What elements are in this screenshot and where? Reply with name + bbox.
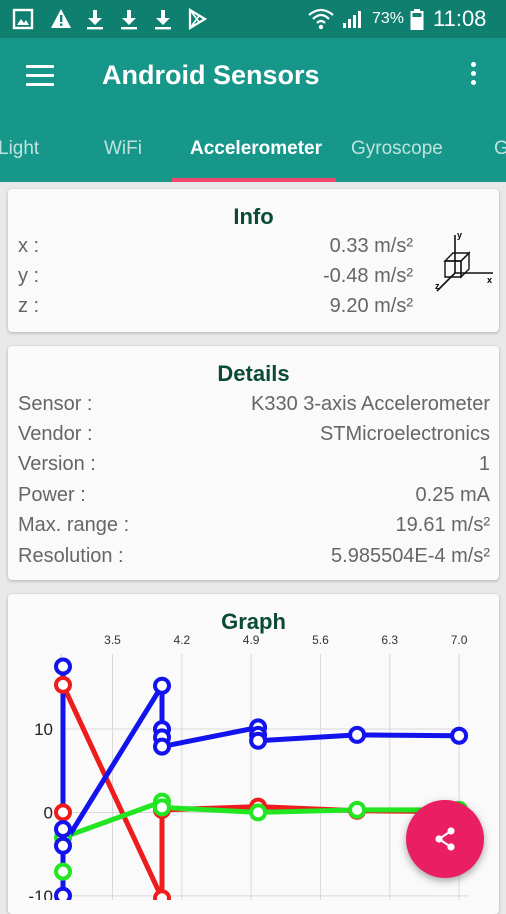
x-tick-label: 3.5 xyxy=(104,633,121,647)
series-2-point xyxy=(54,820,72,839)
share-icon xyxy=(435,827,455,851)
y-tick-label: 10 xyxy=(34,720,53,739)
tab-accelerometer[interactable]: Accelerometer xyxy=(190,138,322,160)
info-x-value: 0.33 m/s² xyxy=(329,235,413,257)
series-2-point xyxy=(54,886,72,900)
details-title: Details xyxy=(217,361,290,386)
details-version-label: Version : xyxy=(18,453,96,475)
series-1-point xyxy=(348,800,367,819)
y-tick-label: -10 xyxy=(28,887,53,900)
series-1-point xyxy=(54,862,72,881)
tab-g[interactable]: G xyxy=(494,138,506,160)
series-0-point xyxy=(54,803,72,822)
x-tick-label: 5.6 xyxy=(312,633,329,647)
y-tick-label: 0 xyxy=(44,803,53,822)
series-0-point xyxy=(54,675,72,694)
warning-icon xyxy=(50,8,72,30)
active-tab-indicator xyxy=(172,178,336,182)
tab-bar: Light WiFi Accelerometer Gyroscope G xyxy=(0,116,506,182)
series-2-point xyxy=(153,737,171,756)
tab-wifi[interactable]: WiFi xyxy=(104,138,142,160)
details-power-label: Power : xyxy=(18,484,86,506)
info-card: Info x : 0.33 m/s² y : -0.48 m/s² z : 9.… xyxy=(8,189,499,332)
details-vendor-label: Vendor : xyxy=(18,423,93,445)
series-2-point xyxy=(450,726,469,745)
share-button[interactable] xyxy=(406,800,484,878)
axes-y-label: y xyxy=(457,230,462,240)
details-resolution-value: 5.985504E-4 m/s² xyxy=(331,545,490,567)
details-resolution-label: Resolution : xyxy=(18,545,124,567)
app-bar: Android Sensors xyxy=(0,38,506,116)
tab-gyroscope[interactable]: Gyroscope xyxy=(351,138,443,160)
details-max-range-label: Max. range : xyxy=(18,514,130,536)
axes-x-label: x xyxy=(487,275,492,285)
axes-z-label: z xyxy=(435,281,440,291)
download-icon xyxy=(118,8,140,30)
series-2-point xyxy=(54,836,72,855)
details-sensor-label: Sensor : xyxy=(18,393,93,415)
more-options-icon[interactable] xyxy=(466,62,480,92)
gallery-icon xyxy=(12,8,34,30)
series-0-point xyxy=(153,889,171,900)
tab-light[interactable]: Light xyxy=(0,138,39,160)
info-x-label: x : xyxy=(18,235,40,257)
info-y-label: y : xyxy=(18,265,40,287)
details-vendor-value: STMicroelectronics xyxy=(319,423,490,445)
info-y-value: -0.48 m/s² xyxy=(322,265,413,287)
play-store-icon xyxy=(186,8,208,30)
details-sensor-value: K330 3-axis Accelerometer xyxy=(250,393,490,415)
wifi-icon xyxy=(308,8,334,30)
axes-cube-icon: y x z xyxy=(435,230,493,292)
signal-icon xyxy=(340,8,362,30)
x-tick-label: 4.2 xyxy=(173,633,190,647)
menu-icon[interactable] xyxy=(26,65,54,87)
x-tick-label: 7.0 xyxy=(451,633,468,647)
series-2-point xyxy=(348,725,367,744)
battery-percent: 73% xyxy=(372,10,405,27)
series-2-point xyxy=(249,731,268,750)
info-z-value: 9.20 m/s² xyxy=(329,295,413,317)
details-version-value: 1 xyxy=(478,453,490,475)
series-1-point xyxy=(249,803,268,822)
download-icon xyxy=(152,8,174,30)
clock: 11:08 xyxy=(433,6,487,31)
download-icon xyxy=(84,8,106,30)
series-line-0 xyxy=(60,682,462,900)
info-z-label: z : xyxy=(18,295,40,317)
series-2-point xyxy=(153,676,171,695)
app-title: Android Sensors xyxy=(102,60,320,90)
info-title: Info xyxy=(233,204,274,229)
series-2-point xyxy=(54,657,72,676)
details-card: Details Sensor : K330 3-axis Acceleromet… xyxy=(8,346,499,580)
series-line-2 xyxy=(60,664,462,899)
details-power-value: 0.25 mA xyxy=(415,484,490,506)
series-1-point xyxy=(153,798,171,817)
details-max-range-value: 19.61 m/s² xyxy=(395,514,490,536)
battery-icon xyxy=(410,8,424,30)
x-tick-label: 4.9 xyxy=(243,633,260,647)
status-bar: 73% 11:08 xyxy=(0,0,506,38)
x-tick-label: 6.3 xyxy=(381,633,398,647)
